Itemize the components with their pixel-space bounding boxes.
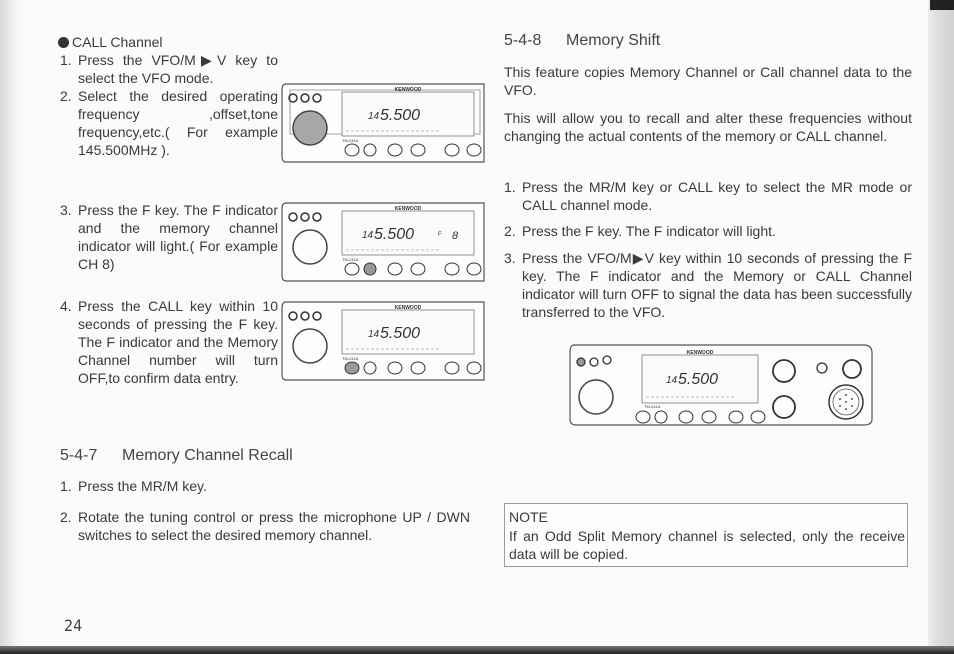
- display-frequency: 5.500: [678, 371, 718, 388]
- step-text: Rotate the tuning control or press the m…: [78, 509, 470, 543]
- display-prefix: 14: [362, 230, 374, 241]
- shift-step-1: 1. Press the MR/M key or CALL key to sel…: [504, 178, 912, 214]
- tuning-knob-icon: [578, 379, 614, 415]
- section-number: 5-4-7: [60, 447, 98, 464]
- call-channel-title: CALL Channel: [72, 34, 163, 50]
- step-text: Press the VFO/M▶V key within 10 seconds …: [522, 250, 912, 320]
- display-prefix: 14: [666, 375, 678, 386]
- brand-label: KENWOOD: [687, 350, 714, 356]
- recall-step-2: 2. Rotate the tuning control or press th…: [60, 508, 470, 544]
- section-title: Memory Shift: [566, 32, 661, 49]
- step-number: 2.: [504, 223, 516, 239]
- model-label: TM-241A: [644, 404, 661, 409]
- step-text: Press the MR/M key.: [78, 478, 207, 494]
- model-label: TM-241A: [342, 138, 359, 143]
- f-key-pressed-icon: [363, 262, 377, 276]
- brand-label: KENWOOD: [395, 305, 422, 311]
- radio-illustration-3: KENWOOD 14 5.500 TM-241A: [281, 301, 485, 381]
- model-label: TM-241A: [342, 257, 359, 262]
- step-number: 4.: [60, 298, 72, 314]
- note-text: If an Odd Split Memory channel is select…: [509, 528, 905, 562]
- display-frequency: 5.500: [380, 107, 420, 124]
- brand-label: KENWOOD: [395, 206, 422, 212]
- tuning-knob-icon: [292, 328, 328, 364]
- tuning-knob-icon: [292, 229, 328, 265]
- radio-illustration-1: KENWOOD 14 5.500 TM-241A: [281, 83, 485, 163]
- recall-step-1: 1. Press the MR/M key.: [60, 477, 470, 495]
- model-label: TM-241A: [342, 356, 359, 361]
- section-heading-memory-shift: 5-4-8 Memory Shift: [504, 32, 660, 50]
- step-text: Select the desired operating frequency ,…: [78, 88, 278, 158]
- section-heading-memory-recall: 5-4-7 Memory Channel Recall: [60, 447, 293, 465]
- display-prefix: 14: [368, 111, 380, 122]
- channel-indicator: 8: [452, 230, 459, 242]
- section-title: Memory Channel Recall: [122, 447, 293, 464]
- page-bottom-edge: [0, 646, 954, 654]
- call-step-2: 2. Select the desired operating frequenc…: [60, 87, 278, 159]
- step-text: Press the F key. The F indicator will li…: [522, 223, 776, 239]
- step-number: 1.: [60, 52, 72, 68]
- page-corner: [930, 0, 954, 10]
- call-channel-heading: CALL Channel: [58, 33, 163, 51]
- step-text: Press the F key. The F indicator and the…: [78, 202, 278, 272]
- note-box: NOTE If an Odd Split Memory channel is s…: [504, 503, 908, 567]
- step-number: 2.: [60, 509, 72, 525]
- step-number: 3.: [504, 250, 516, 266]
- radio-illustration-2: KENWOOD 14 5.500 F 8 TM-241A: [281, 202, 485, 282]
- radio-illustration-full: KENWOOD 14 5.500 TM-241A: [569, 344, 873, 426]
- vfo-button-icon: [576, 357, 586, 367]
- call-step-3: 3. Press the F key. The F indicator and …: [60, 201, 278, 273]
- call-step-4: 4. Press the CALL key within 10 seconds …: [60, 297, 278, 387]
- step-number: 2.: [60, 88, 72, 104]
- page-binding-shadow: [0, 0, 22, 654]
- display-frequency: 5.500: [380, 325, 420, 342]
- call-key-pressed-icon: [344, 361, 360, 375]
- step-text: Press the MR/M key or CALL key to select…: [522, 179, 912, 213]
- display-prefix: 14: [368, 329, 380, 340]
- note-title: NOTE: [509, 509, 548, 525]
- display-frequency: 5.500: [374, 226, 414, 243]
- bullet-icon: [58, 37, 69, 48]
- tuning-knob-icon: [292, 110, 328, 146]
- step-number: 1.: [504, 179, 516, 195]
- step-text: Press the VFO/M▶V key to select the VFO …: [78, 52, 278, 86]
- intro-paragraph: This feature copies Memory Channel or Ca…: [504, 64, 912, 98]
- step-number: 1.: [60, 478, 72, 494]
- call-step-1: 1. Press the VFO/M▶V key to select the V…: [60, 51, 278, 87]
- brand-label: KENWOOD: [395, 87, 422, 93]
- shift-step-2: 2. Press the F key. The F indicator will…: [504, 222, 912, 240]
- section-number: 5-4-8: [504, 32, 542, 49]
- step-text: Press the CALL key within 10 seconds of …: [78, 298, 278, 386]
- page-right-edge: [928, 0, 954, 654]
- f-indicator: F: [438, 232, 442, 238]
- shift-step-3: 3. Press the VFO/M▶V key within 10 secon…: [504, 249, 912, 321]
- intro-paragraph: This will allow you to recall and alter …: [504, 110, 912, 144]
- step-number: 3.: [60, 202, 72, 218]
- page-number: 24: [64, 616, 83, 635]
